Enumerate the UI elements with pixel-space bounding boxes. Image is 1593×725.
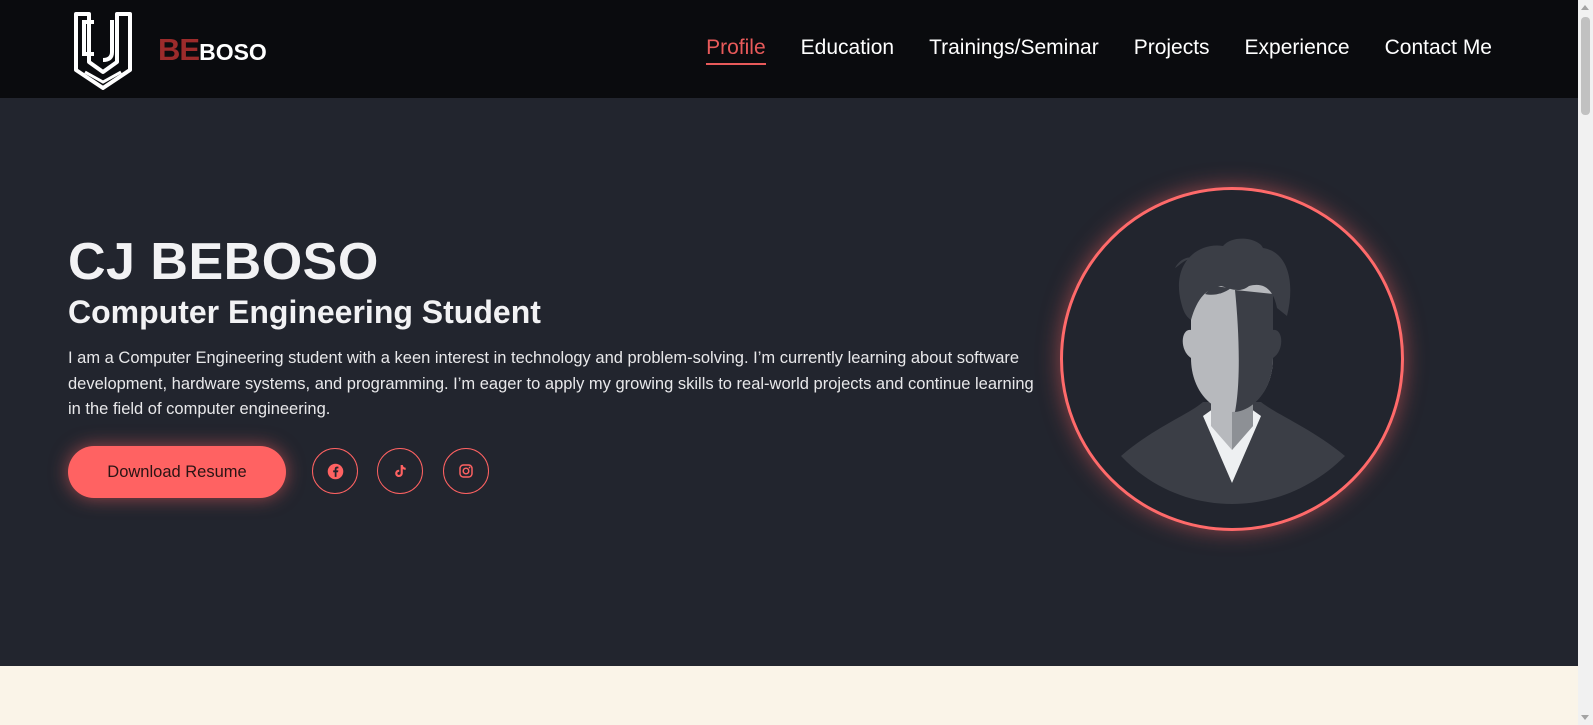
page-scrollbar[interactable] xyxy=(1578,0,1593,725)
next-section xyxy=(0,666,1578,725)
person-silhouette-icon xyxy=(1121,238,1345,504)
nav-experience[interactable]: Experience xyxy=(1245,36,1350,65)
profile-avatar xyxy=(1060,187,1404,531)
brand-name[interactable]: BEBOSO xyxy=(158,32,267,68)
facebook-link[interactable] xyxy=(312,448,358,494)
brand-name-rest: BOSO xyxy=(199,39,267,65)
hero-bio: I am a Computer Engineering student with… xyxy=(68,349,1034,418)
hero-name: CJ BEBOSO xyxy=(68,233,379,291)
instagram-link[interactable] xyxy=(443,448,489,494)
main-nav: Profile Education Trainings/Seminar Proj… xyxy=(706,36,1492,65)
instagram-icon xyxy=(459,464,473,478)
nav-education[interactable]: Education xyxy=(801,36,894,65)
page: BEBOSO Profile Education Trainings/Semin… xyxy=(0,0,1593,725)
download-resume-button[interactable]: Download Resume xyxy=(68,446,286,498)
scrollbar-thumb[interactable] xyxy=(1581,17,1590,115)
scroll-up-icon[interactable] xyxy=(1581,5,1589,10)
nav-trainings-seminar[interactable]: Trainings/Seminar xyxy=(929,36,1099,65)
site-header: BEBOSO Profile Education Trainings/Semin… xyxy=(0,0,1578,98)
nav-profile[interactable]: Profile xyxy=(706,36,766,65)
nav-contact-me[interactable]: Contact Me xyxy=(1385,36,1492,65)
hero-role: Computer Engineering Student xyxy=(68,294,541,330)
tiktok-icon xyxy=(395,465,406,477)
nav-projects[interactable]: Projects xyxy=(1134,36,1210,65)
facebook-icon xyxy=(327,463,343,479)
hero-section: CJ BEBOSO Computer Engineering Student I… xyxy=(0,98,1578,666)
scroll-down-icon[interactable] xyxy=(1581,715,1589,720)
tiktok-link[interactable] xyxy=(377,448,423,494)
logo-icon[interactable] xyxy=(72,10,134,90)
brand-name-accent: BE xyxy=(158,32,200,67)
